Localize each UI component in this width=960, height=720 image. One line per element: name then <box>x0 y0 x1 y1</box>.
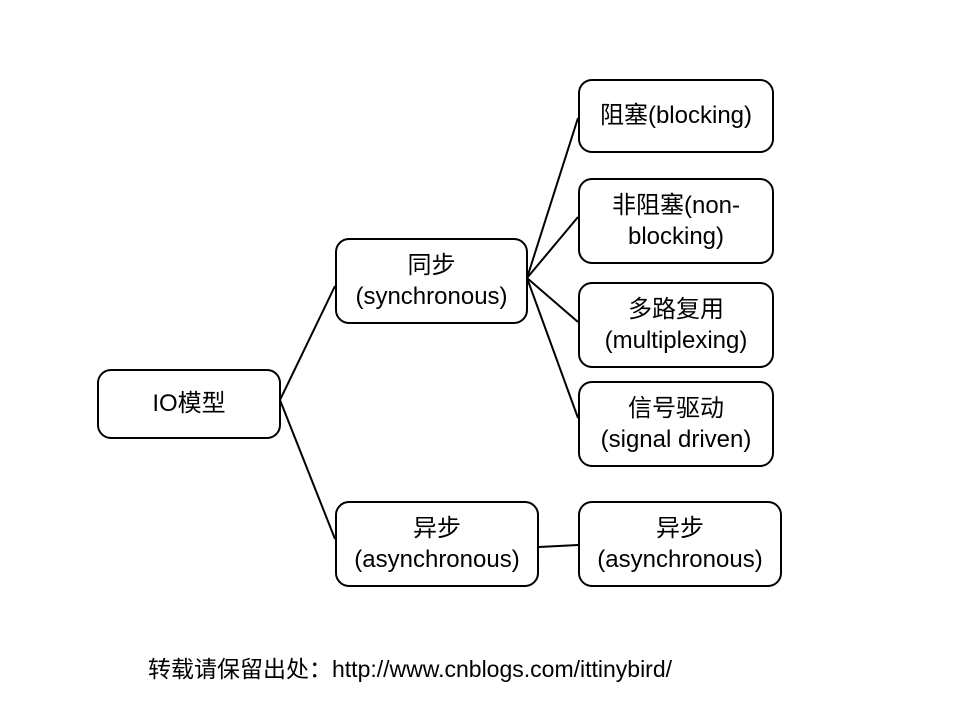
connector-lines <box>0 0 960 720</box>
node-multiplexing: 多路复用(multiplexing) <box>578 282 774 368</box>
node-async-leaf: 异步(asynchronous) <box>578 501 782 587</box>
node-async-leaf-label: 异步(asynchronous) <box>597 513 762 575</box>
node-root: IO模型 <box>97 369 281 439</box>
node-async: 异步(asynchronous) <box>335 501 539 587</box>
attribution-text: 转载请保留出处：http://www.cnblogs.com/ittinybir… <box>148 650 672 684</box>
node-root-label: IO模型 <box>152 388 225 419</box>
node-signal: 信号驱动(signal driven) <box>578 381 774 467</box>
node-blocking-label: 阻塞(blocking) <box>600 100 752 131</box>
node-multiplexing-label: 多路复用(multiplexing) <box>605 294 748 356</box>
node-sync-label: 同步(synchronous) <box>355 250 507 312</box>
node-nonblocking: 非阻塞(non-blocking) <box>578 178 774 264</box>
node-nonblocking-label: 非阻塞(non-blocking) <box>612 190 740 252</box>
node-blocking: 阻塞(blocking) <box>578 79 774 153</box>
node-async-label: 异步(asynchronous) <box>354 513 519 575</box>
node-sync: 同步(synchronous) <box>335 238 528 324</box>
node-signal-label: 信号驱动(signal driven) <box>601 393 752 455</box>
